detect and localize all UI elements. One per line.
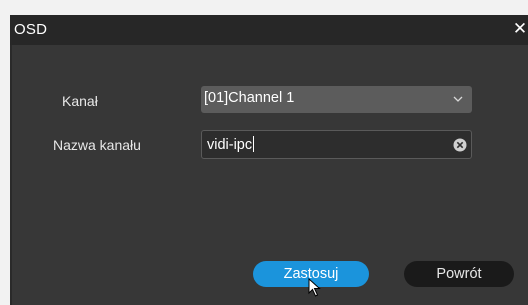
- dialog-titlebar: OSD ✕: [10, 15, 528, 45]
- back-button[interactable]: Powrót: [404, 261, 514, 287]
- text-caret: [253, 136, 255, 152]
- close-icon[interactable]: ✕: [512, 19, 528, 39]
- channel-name-input[interactable]: vidi-ipc: [201, 130, 472, 159]
- chevron-down-icon: [453, 96, 463, 102]
- dialog-title: OSD: [14, 21, 48, 38]
- channel-label: Kanał: [62, 93, 98, 109]
- dialog-left-edge: [10, 45, 12, 305]
- apply-button[interactable]: Zastosuj: [253, 261, 369, 287]
- channel-name-label: Nazwa kanału: [53, 137, 141, 153]
- osd-dialog: OSD ✕ Kanał [01]Channel 1 Nazwa kanału v…: [10, 15, 528, 305]
- channel-select-value: [01]Channel 1: [204, 90, 295, 106]
- channel-select[interactable]: [01]Channel 1: [201, 86, 472, 113]
- clear-input-icon[interactable]: [453, 138, 467, 152]
- channel-name-value: vidi-ipc: [207, 136, 255, 153]
